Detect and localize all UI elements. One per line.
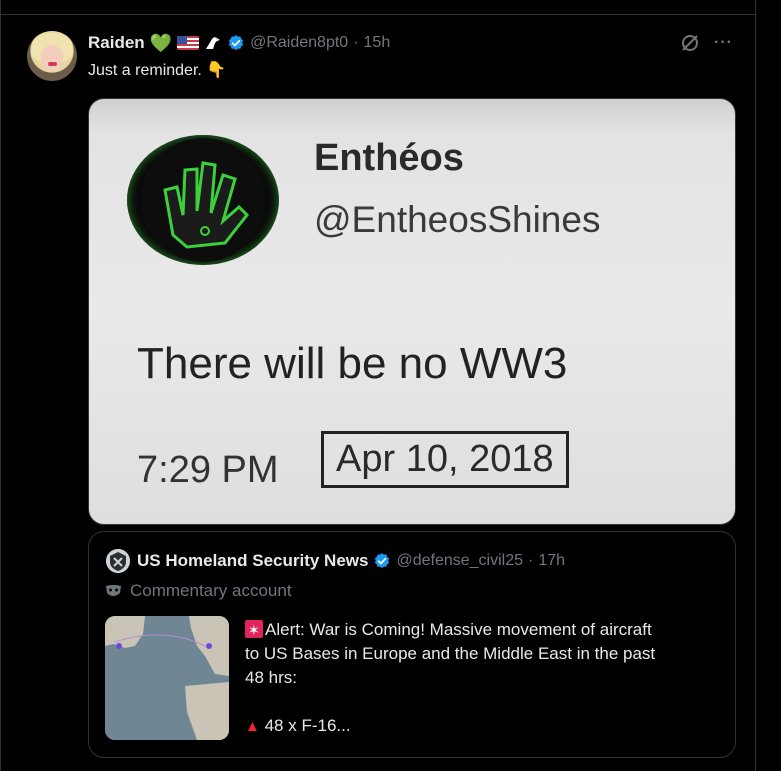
avatar[interactable] (27, 31, 77, 81)
more-icon[interactable]: ··· (714, 34, 733, 52)
tweet-media-image[interactable]: Enthéos @EntheosShines There will be no … (88, 98, 736, 525)
divider-right (755, 0, 756, 771)
media-handle: @EntheosShines (314, 199, 601, 240)
verified-icon (228, 35, 244, 51)
us-flag-icon (177, 36, 200, 50)
quote-gap (245, 690, 715, 714)
commentary-label: Commentary account (105, 581, 292, 601)
pointing-down-icon: 👇 (206, 62, 227, 79)
hand-logo-icon (127, 135, 279, 265)
separator: · (528, 552, 534, 569)
divider-left (0, 0, 1, 771)
quote-header: US Homeland Security News @defense_civil… (137, 549, 565, 573)
quote-line-2: to US Bases in Europe and the Middle Eas… (245, 644, 656, 663)
verified-icon (375, 553, 390, 569)
quoted-tweet[interactable]: US Homeland Security News @defense_civil… (88, 531, 736, 758)
triangle-icon: ▲ (245, 718, 260, 735)
grok-icon[interactable] (680, 33, 700, 53)
quote-line-1: Alert: War is Coming! Massive movement o… (245, 618, 715, 642)
tweet-body: Just a reminder. (88, 62, 202, 79)
quote-body: Alert: War is Coming! Massive movement o… (245, 618, 715, 739)
quote-line-3: 48 hrs: (245, 668, 297, 687)
eagle-icon (206, 37, 221, 49)
quote-author-name[interactable]: US Homeland Security News (137, 551, 368, 571)
media-body-text: There will be no WW3 (137, 339, 568, 388)
media-time: 7:29 PM (137, 449, 279, 491)
media-date: Apr 10, 2018 (321, 431, 569, 488)
quote-line-1-text: Alert: War is Coming! Massive movement o… (265, 620, 652, 639)
quote-line-4: ▲ 48 x F-16... (245, 714, 715, 739)
green-heart-icon: 💚 (149, 32, 173, 53)
map-thumbnail[interactable] (105, 616, 229, 740)
commentary-text: Commentary account (130, 581, 292, 600)
quote-timestamp: 17h (538, 552, 566, 569)
tweet-actions: ··· (680, 33, 733, 53)
mask-icon (106, 584, 121, 596)
tweet-header: Raiden 💚 @Raiden8pt0 · 15h (88, 31, 390, 55)
media-display-name: Enthéos (314, 137, 464, 179)
quote-avatar[interactable] (106, 549, 130, 573)
timestamp[interactable]: 15h (364, 34, 391, 52)
divider-top (0, 14, 756, 15)
quote-line-4-text: 48 x F-16... (264, 716, 351, 735)
quote-handle: @defense_civil25 (396, 552, 524, 569)
separator: · (353, 34, 359, 51)
author-name[interactable]: Raiden (88, 33, 145, 53)
siren-icon (245, 618, 263, 642)
author-handle[interactable]: @Raiden8pt0 (250, 34, 348, 52)
tweet-text: Just a reminder. 👇 (88, 60, 226, 80)
